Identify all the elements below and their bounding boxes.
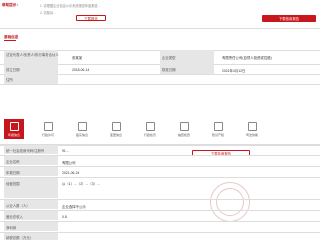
notice-line-1: 1. 请根据企业信息公示系统报送年度报告... [40,4,101,8]
ip-icon [213,122,223,131]
report-value-scope: 以（1）...（2）...（3）... [62,182,100,186]
basic-label-approval-date: 核准日期 [160,64,214,74]
basic-info-table: 法定代表人/负责人/执行事务合伙人 张某某 企业类型 有限责任公司(自然人投资或… [0,50,320,88]
check-icon [179,122,189,131]
basic-value-approval-date: 2021年4月12日 [222,69,246,73]
report-label-credit-code: 统一社会信用代码/注册号 [4,145,58,154]
tab-judicial[interactable]: 司法协助 [242,119,262,139]
report-label-profit: 净利润 [4,222,58,231]
basic-section-underline [4,40,16,41]
report-value-name: 有限公司 [62,161,76,165]
report-label-revenue: 营业总收入 [4,211,58,220]
tab-annual-report[interactable]: 年报信息 [4,119,24,139]
tab-shareholders[interactable]: 股东信息 [72,119,92,139]
report-value-credit-code: 91... [62,149,69,153]
change-icon [111,122,121,131]
report-value-date: 2021-06-24 [62,171,80,175]
notice-title: 帮助提示： [2,3,20,7]
tab-admin-license[interactable]: 行政许可 [38,119,58,139]
basic-label-address: 住所 [4,74,58,84]
report-table: 统一社会信用代码/注册号 91... 企业名称 有限公司 年报日期 2021-0… [0,144,320,240]
tab-inspection[interactable]: 抽查检查 [174,119,194,139]
tab-penalty[interactable]: 行政处罚 [140,119,160,139]
report-value-employees: 企业选择不公示 [62,205,86,209]
basic-value-est-date: 2018-06-14 [72,68,90,72]
gavel-icon [145,122,155,131]
report-label-tax: 纳税总额（万元） [4,233,58,240]
tab-ip[interactable]: 知识产权 [208,119,228,139]
basic-value-legal-rep: 张某某 [72,56,83,60]
license-icon [43,122,53,131]
report-label-date: 年报日期 [4,167,58,176]
report-value-revenue: 0.8 [62,215,67,219]
basic-label-est-date: 成立日期 [4,64,58,74]
report-icon [9,122,19,131]
basic-label-legal-rep: 法定代表人/负责人/执行事务合伙人 [4,50,59,64]
notice-download-button[interactable]: 下载报告 [76,15,106,21]
divider [0,28,320,29]
people-icon [77,122,87,131]
basic-label-type: 企业类型 [160,50,214,64]
report-label-employees: 从业人数（人） [4,200,58,209]
report-label-name: 企业名称 [4,156,58,165]
notice-line-2: 2. 请核对... [40,11,56,15]
report-label-scope: 经营范围 [4,178,58,198]
download-credit-report-button[interactable]: 下载信用报告 [262,15,316,22]
tab-changes[interactable]: 变更信息 [106,119,126,139]
basic-value-type: 有限责任公司(自然人投资或控股) [222,56,272,60]
justice-icon [247,122,257,131]
